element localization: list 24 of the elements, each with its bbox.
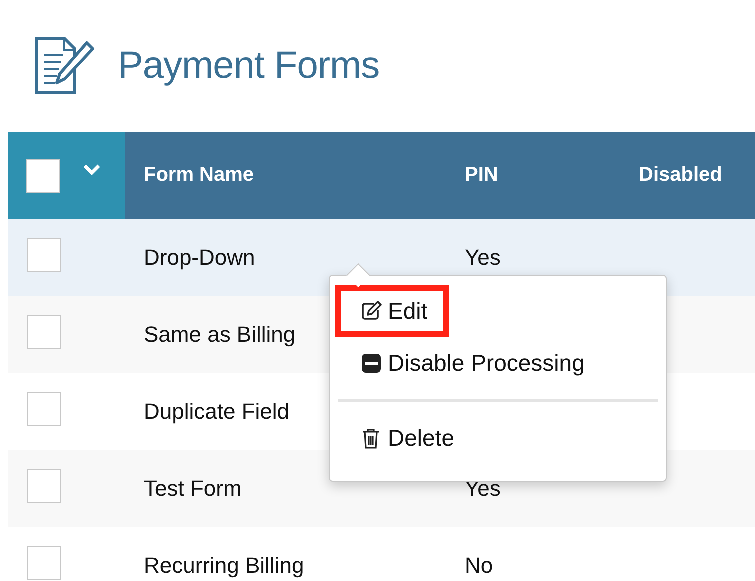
trash-icon [361, 428, 382, 448]
page-title: Payment Forms [118, 44, 380, 88]
checkbox[interactable] [27, 314, 61, 348]
checkbox[interactable] [27, 392, 61, 426]
form-pencil-icon [35, 37, 95, 95]
column-header[interactable]: PIN [465, 132, 639, 219]
checkbox[interactable] [27, 238, 61, 272]
table-cell: Yes [465, 244, 501, 270]
table-cell: Recurring Billing [144, 552, 304, 578]
minus-square-icon [361, 352, 382, 374]
checkbox[interactable] [26, 158, 60, 192]
checkbox[interactable] [27, 546, 61, 580]
table-cell: Drop-Down [144, 244, 256, 270]
table-cell: Duplicate Field [144, 398, 290, 424]
column-header[interactable]: Form Name [125, 132, 465, 219]
table-cell: Same as Billing [144, 322, 296, 348]
table-cell: No [465, 552, 494, 578]
edit-icon [361, 300, 382, 322]
column-header[interactable]: Disabled [639, 132, 755, 219]
checkbox[interactable] [27, 468, 61, 502]
table-cell: Test Form [144, 476, 242, 502]
chevron-down-icon[interactable] [82, 162, 102, 176]
menu-item[interactable]: Edit [335, 285, 449, 337]
table-cell: Yes [465, 476, 501, 502]
